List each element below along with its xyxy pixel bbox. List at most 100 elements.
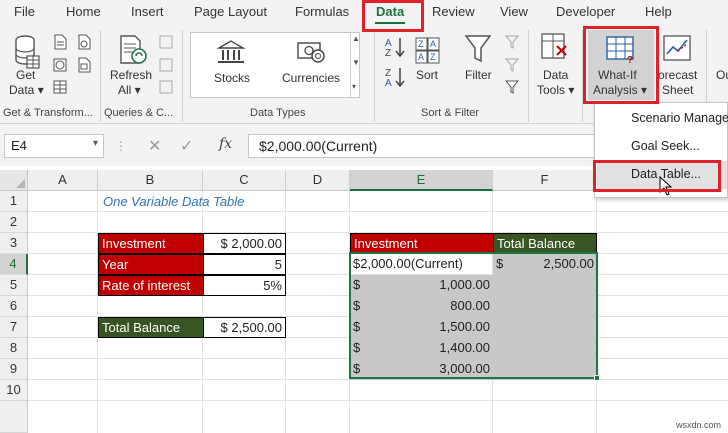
name-box-dropdown-icon[interactable]: ▾	[93, 138, 98, 149]
svg-text:Z: Z	[385, 48, 391, 58]
select-all-button[interactable]	[0, 170, 28, 191]
row-header-5[interactable]: 5	[0, 275, 28, 296]
total-balance-label[interactable]: Total Balance	[98, 317, 204, 338]
row-header-8[interactable]: 8	[0, 338, 28, 359]
row-header-11[interactable]	[0, 401, 28, 433]
gridline	[202, 191, 203, 433]
column-header-d[interactable]: D	[286, 170, 350, 191]
ribbon-separator	[374, 30, 375, 122]
advanced-filter-icon[interactable]	[504, 79, 520, 95]
gridline	[285, 191, 286, 433]
svg-text:A: A	[418, 52, 424, 62]
tab-home[interactable]: Home	[66, 4, 101, 19]
svg-text:A: A	[430, 39, 436, 49]
tab-file[interactable]: File	[14, 4, 35, 19]
menu-item-goal-seek[interactable]: Goal Seek...	[631, 139, 700, 153]
highlight-what-if-button	[583, 26, 659, 104]
row-header-9[interactable]: 9	[0, 359, 28, 380]
year-label[interactable]: Year	[98, 254, 204, 275]
svg-text:Z: Z	[418, 39, 424, 49]
row-header-4[interactable]: 4	[0, 254, 28, 275]
recent-sources-icon[interactable]	[76, 34, 92, 50]
column-header-b[interactable]: B	[98, 170, 203, 191]
reapply-icon[interactable]	[504, 57, 520, 73]
existing-connections-icon[interactable]	[76, 57, 92, 73]
sort-z-a-icon[interactable]: Z A	[384, 66, 406, 88]
data-tools-label-2[interactable]: Tools ▾	[537, 83, 574, 98]
data-tools-label[interactable]: Data	[543, 68, 568, 83]
row-header-3[interactable]: 3	[0, 233, 28, 254]
tab-view[interactable]: View	[500, 4, 528, 19]
tab-insert[interactable]: Insert	[131, 4, 164, 19]
enter-entry-icon[interactable]: ✓	[180, 136, 193, 156]
ribbon-separator	[182, 30, 183, 122]
refresh-all-icon[interactable]	[118, 34, 148, 66]
group-get-transform: Get & Transform...	[3, 107, 93, 119]
gridline	[97, 191, 98, 433]
watermark: wsxdn.com	[676, 420, 722, 430]
refresh-all-label-2[interactable]: All ▾	[118, 83, 141, 98]
forecast-sheet-label[interactable]: orecast	[658, 68, 697, 83]
column-header-c[interactable]: C	[203, 170, 286, 191]
name-box[interactable]: E4 ▾	[4, 134, 104, 158]
rate-label[interactable]: Rate of interest	[98, 275, 204, 296]
edit-links-icon[interactable]	[158, 79, 174, 95]
data-tools-icon[interactable]	[540, 32, 570, 62]
row-header-1[interactable]: 1	[0, 191, 28, 212]
forecast-sheet-icon[interactable]	[662, 34, 692, 64]
from-table-icon[interactable]	[52, 79, 68, 95]
tab-page-layout[interactable]: Page Layout	[194, 4, 267, 19]
sort-a-z-icon[interactable]: A Z	[384, 36, 406, 58]
filter-icon[interactable]	[464, 34, 492, 64]
stocks-button[interactable]: Stocks	[214, 71, 250, 86]
group-sort-filter: Sort & Filter	[421, 107, 480, 119]
row-header-7[interactable]: 7	[0, 317, 28, 338]
outline-label[interactable]: Ou	[716, 68, 728, 83]
group-queries: Queries & C...	[104, 107, 174, 119]
rate-value[interactable]: 5%	[203, 275, 286, 296]
currencies-button[interactable]: Currencies	[282, 71, 340, 86]
refresh-all-label[interactable]: Refresh	[110, 68, 152, 83]
filter-button[interactable]: Filter	[465, 68, 492, 83]
menu-item-scenario-manager[interactable]: Scenario Manager...	[631, 111, 728, 125]
tab-help[interactable]: Help	[645, 4, 672, 19]
cancel-entry-icon[interactable]: ✕	[148, 136, 161, 156]
from-text-icon[interactable]	[52, 34, 68, 50]
insert-function-icon[interactable]: fx	[219, 136, 232, 152]
row-header-6[interactable]: 6	[0, 296, 28, 317]
get-data-icon[interactable]	[14, 34, 40, 70]
currencies-icon[interactable]	[296, 39, 326, 65]
stocks-icon[interactable]	[216, 39, 246, 65]
get-data-label[interactable]: Get	[16, 68, 35, 83]
table-header-total-balance[interactable]: Total Balance	[493, 233, 597, 254]
year-value[interactable]: 5	[203, 254, 286, 275]
investment-value[interactable]: $ 2,000.00	[203, 233, 286, 254]
total-balance-value[interactable]: $ 2,500.00	[203, 317, 286, 338]
column-header-e[interactable]: E	[350, 170, 493, 191]
highlight-data-table-item	[593, 160, 721, 192]
sheet-title[interactable]: One Variable Data Table	[100, 192, 280, 213]
tab-developer[interactable]: Developer	[556, 4, 615, 19]
row-header-10[interactable]: 10	[0, 380, 28, 401]
column-header-f[interactable]: F	[493, 170, 597, 191]
tab-formulas[interactable]: Formulas	[295, 4, 349, 19]
forecast-sheet-label-2[interactable]: Sheet	[662, 83, 693, 98]
sort-button[interactable]: Sort	[416, 68, 438, 83]
column-header-a[interactable]: A	[28, 170, 98, 191]
table-header-investment[interactable]: Investment	[350, 233, 494, 254]
investment-label[interactable]: Investment	[98, 233, 204, 254]
from-web-icon[interactable]	[52, 57, 68, 73]
row-header-2[interactable]: 2	[0, 212, 28, 233]
fill-handle[interactable]	[594, 375, 600, 381]
queries-connections-icon[interactable]	[158, 34, 174, 50]
data-types-scroll[interactable]: ▲ ▼ ▾	[350, 32, 362, 98]
tab-review[interactable]: Review	[432, 4, 475, 19]
clear-filter-icon[interactable]	[504, 34, 520, 50]
sort-icon[interactable]: Z A A Z	[414, 36, 442, 66]
properties-icon[interactable]	[158, 57, 174, 73]
gridline	[28, 400, 728, 401]
get-data-label-2[interactable]: Data ▾	[9, 83, 44, 98]
group-data-types: Data Types	[250, 107, 306, 119]
ribbon-separator	[528, 30, 529, 122]
formula-bar-grip-icon[interactable]: ⋮	[115, 139, 127, 153]
